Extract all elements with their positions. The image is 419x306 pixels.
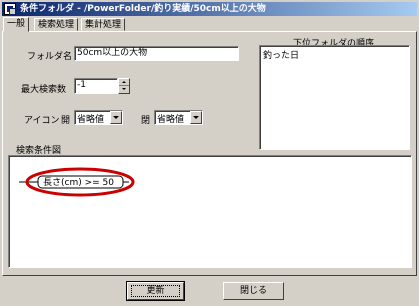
general-tab-panel: フォルダ名 50cm以上の大物 最大検索数 -1 アイコン 開 省略値 閉 省略… (2, 31, 417, 276)
max-results-label: 最大検索数 (21, 85, 67, 95)
close-button[interactable]: 閉じる (223, 282, 284, 300)
max-results-spinner[interactable] (118, 78, 130, 94)
close-button-label: 閉じる (239, 286, 267, 296)
icon-label: アイコン (24, 116, 60, 126)
subfolder-order-list[interactable]: 釣った日 (259, 45, 410, 150)
search-condition-diagram: 長さ(cm) >= 50 (8, 155, 412, 268)
tab-general[interactable]: 一般 (3, 17, 30, 32)
tab-search-processing[interactable]: 検索処理 (34, 18, 79, 31)
tab-aggregation-processing[interactable]: 集計処理 (81, 18, 126, 31)
icon-closed-select-value: 省略値 (157, 115, 185, 125)
list-item[interactable]: 釣った日 (263, 48, 299, 61)
chevron-down-icon[interactable] (110, 111, 122, 124)
condition-node-text: 長さ(cm) >= 50 (43, 177, 114, 188)
condition-folder-window: 条件フォルダ - /PowerFolder/釣り実績/50cm以上の大物 一般 … (0, 0, 419, 306)
max-results-input[interactable]: -1 (74, 78, 118, 94)
icon-open-select[interactable]: 省略値 (74, 110, 123, 125)
tab-aggregation-processing-label: 集計処理 (85, 20, 122, 30)
chevron-down-icon[interactable] (190, 111, 202, 124)
app-icon (4, 3, 16, 15)
tab-general-label: 一般 (7, 19, 26, 29)
icon-open-label: 開 (61, 116, 71, 126)
icon-closed-label: 閉 (141, 116, 151, 126)
tab-search-processing-label: 検索処理 (38, 20, 75, 30)
window-title: 条件フォルダ - /PowerFolder/釣り実績/50cm以上の大物 (20, 4, 266, 14)
diagram-canvas: 長さ(cm) >= 50 (19, 167, 135, 197)
spin-up-icon[interactable] (119, 79, 129, 86)
focus-indicator (131, 285, 180, 297)
spin-down-icon[interactable] (119, 86, 129, 93)
icon-open-select-value: 省略値 (77, 115, 105, 125)
title-bar: 条件フォルダ - /PowerFolder/釣り実績/50cm以上の大物 (2, 2, 417, 16)
folder-name-input[interactable]: 50cm以上の大物 (74, 46, 239, 61)
folder-name-label: フォルダ名 (27, 52, 73, 62)
update-button[interactable]: 更新 (126, 281, 185, 301)
icon-closed-select[interactable]: 省略値 (154, 110, 203, 125)
